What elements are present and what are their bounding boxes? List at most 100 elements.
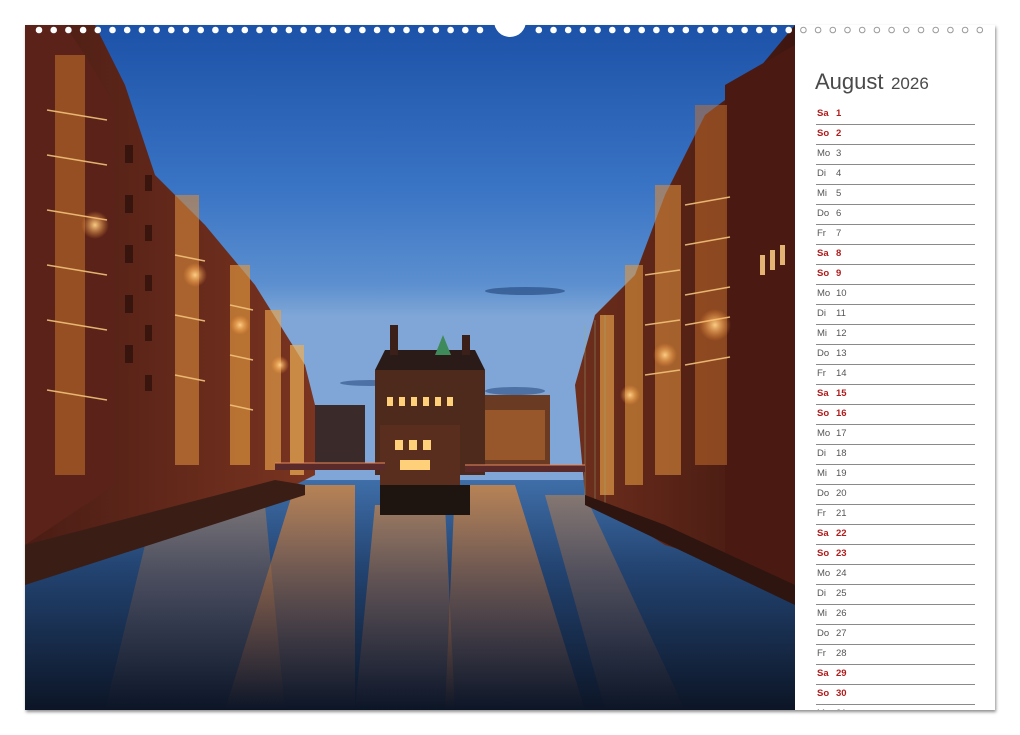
weekday-label: Sa — [817, 668, 829, 679]
day-row: Di 25 — [816, 585, 975, 605]
day-row: Mo 17 — [816, 425, 975, 445]
calendar-panel: August 2026 Sa 1 So 2 Mo 3 Di 4 Mi 5 Do 6 Fr 7 Sa 8 So 9 M… — [795, 25, 995, 710]
day-row: Mi 26 — [816, 605, 975, 625]
weekday-label: Fr — [817, 508, 826, 519]
weekday-label: Di — [817, 308, 826, 319]
day-row: So 9 — [816, 265, 975, 285]
weekday-label: Mo — [817, 148, 831, 159]
day-number: 9 — [836, 268, 842, 279]
day-number: 22 — [836, 528, 847, 539]
day-row: Di 18 — [816, 445, 975, 465]
weekday-label: So — [817, 128, 830, 139]
day-row: Mi 19 — [816, 465, 975, 485]
weekday-label: Di — [817, 168, 826, 179]
weekday-label: Mo — [817, 288, 831, 299]
day-number: 6 — [836, 208, 842, 219]
day-row: Sa 22 — [816, 525, 975, 545]
weekday-label: Fr — [817, 228, 826, 239]
month-title: August 2026 — [815, 69, 929, 95]
weekday-label: Do — [817, 628, 830, 639]
day-number: 4 — [836, 168, 842, 179]
day-number: 11 — [836, 308, 846, 319]
weekday-label: So — [817, 268, 830, 279]
weekday-label: Mi — [817, 328, 828, 339]
weekday-label: Mo — [817, 428, 831, 439]
day-row: Mo 31 — [816, 705, 975, 710]
day-number: 31 — [836, 708, 847, 710]
weekday-label: Mo — [817, 568, 831, 579]
weekday-label: Do — [817, 348, 830, 359]
weekday-label: Di — [817, 588, 826, 599]
weekday-label: Mo — [817, 708, 830, 710]
weekday-label: So — [817, 548, 830, 559]
day-row: Do 20 — [816, 485, 975, 505]
calendar-photo — [25, 25, 795, 710]
weekday-label: So — [817, 408, 830, 419]
day-row: So 30 — [816, 685, 975, 705]
day-row: Mi 5 — [816, 185, 975, 205]
day-number: 2 — [836, 128, 842, 139]
day-number: 21 — [836, 508, 847, 519]
day-row: Mi 12 — [816, 325, 975, 345]
day-row: Fr 21 — [816, 505, 975, 525]
weekday-label: Sa — [817, 108, 829, 119]
weekday-label: Do — [817, 488, 830, 499]
weekday-label: Fr — [817, 368, 826, 379]
day-row: So 16 — [816, 405, 975, 425]
weekday-label: Di — [817, 448, 826, 459]
day-row: Sa 1 — [816, 105, 975, 125]
day-number: 14 — [836, 368, 847, 379]
day-number: 15 — [836, 388, 847, 399]
weekday-label: Mi — [817, 188, 828, 199]
day-number: 29 — [836, 668, 847, 679]
day-number: 28 — [836, 648, 847, 659]
day-number: 27 — [836, 628, 847, 639]
day-row: So 23 — [816, 545, 975, 565]
speicherstadt-canal-photo — [25, 25, 795, 710]
day-list: Sa 1 So 2 Mo 3 Di 4 Mi 5 Do 6 Fr 7 Sa 8 So 9 Mo 10 Di 11 Mi 12 D… — [816, 105, 975, 710]
day-number: 5 — [836, 188, 842, 199]
day-number: 17 — [836, 428, 847, 439]
day-number: 26 — [836, 608, 847, 619]
month-year: 2026 — [890, 74, 929, 93]
day-row: Mo 10 — [816, 285, 975, 305]
day-number: 16 — [836, 408, 847, 419]
day-row: Do 27 — [816, 625, 975, 645]
weekday-label: Sa — [817, 388, 829, 399]
day-row: Fr 14 — [816, 365, 975, 385]
day-row: Sa 29 — [816, 665, 975, 685]
weekday-label: Sa — [817, 248, 829, 259]
day-row: Sa 8 — [816, 245, 975, 265]
weekday-label: Sa — [817, 528, 829, 539]
day-number: 24 — [836, 568, 847, 579]
day-number: 12 — [836, 328, 847, 339]
day-number: 18 — [836, 448, 847, 459]
day-row: Di 11 — [816, 305, 975, 325]
day-row: Di 4 — [816, 165, 975, 185]
day-number: 13 — [836, 348, 847, 359]
day-number: 19 — [836, 468, 847, 479]
day-number: 25 — [836, 588, 847, 599]
weekday-label: So — [817, 688, 830, 699]
day-number: 1 — [836, 108, 842, 119]
weekday-label: Mi — [817, 468, 828, 479]
day-number: 7 — [836, 228, 842, 239]
weekday-label: Mi — [817, 608, 828, 619]
day-number: 30 — [836, 688, 847, 699]
day-row: Fr 7 — [816, 225, 975, 245]
day-number: 3 — [836, 148, 842, 159]
day-row: Sa 15 — [816, 385, 975, 405]
day-row: Do 13 — [816, 345, 975, 365]
day-number: 20 — [836, 488, 847, 499]
month-name: August — [815, 69, 884, 94]
day-row: Mo 24 — [816, 565, 975, 585]
day-number: 23 — [836, 548, 847, 559]
weekday-label: Do — [817, 208, 830, 219]
day-row: Fr 28 — [816, 645, 975, 665]
day-number: 8 — [836, 248, 842, 259]
weekday-label: Fr — [817, 648, 826, 659]
day-row: So 2 — [816, 125, 975, 145]
day-row: Mo 3 — [816, 145, 975, 165]
calendar-page: August 2026 Sa 1 So 2 Mo 3 Di 4 Mi 5 Do 6 Fr 7 Sa 8 So 9 M… — [25, 25, 995, 710]
day-row: Do 6 — [816, 205, 975, 225]
